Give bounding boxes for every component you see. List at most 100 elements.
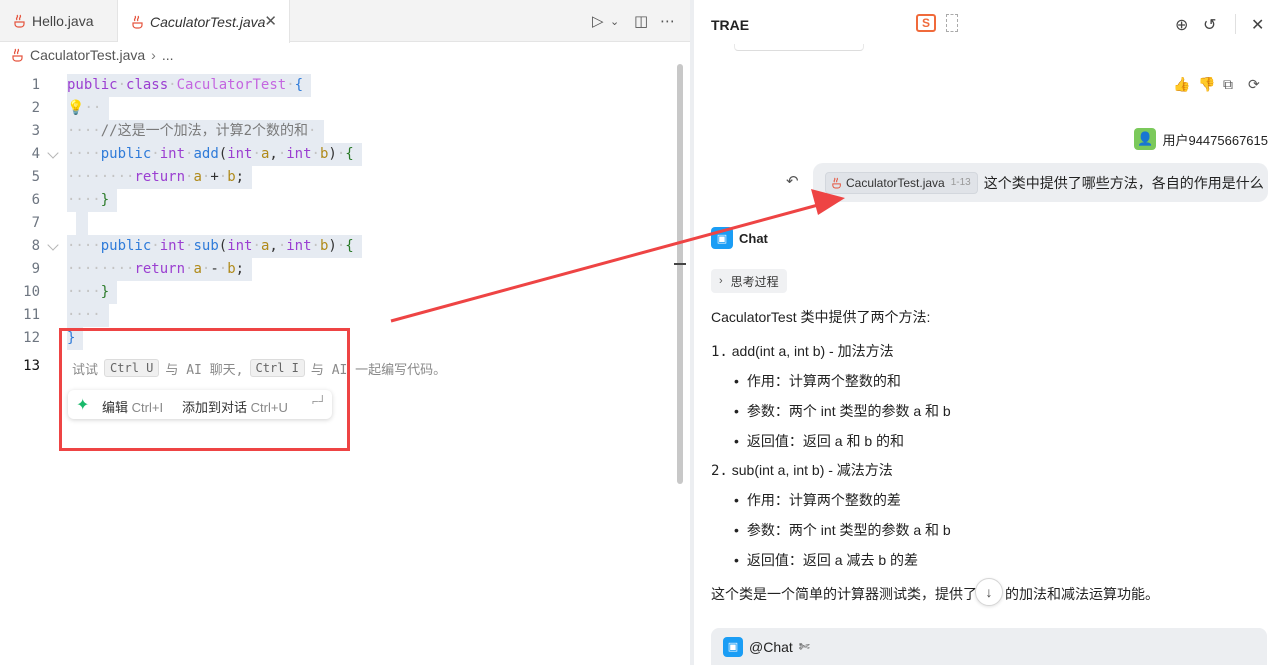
paren: ) (328, 146, 337, 162)
editor-tab-bar: Hello.java CaculatorTest.java ✕ ▷ ⌄ ◫ ⋯ (0, 0, 690, 43)
editor-scrollbar[interactable] (677, 64, 683, 484)
fold-chevron-icon[interactable] (47, 147, 59, 159)
brand-logo-icon: S (916, 14, 936, 32)
type: int (286, 238, 312, 254)
paren: ( (218, 238, 228, 254)
file-reference-chip[interactable]: CaculatorTest.java 1-13 (825, 171, 978, 194)
chat-bot-icon: ▣ (711, 227, 733, 249)
lightbulb-icon[interactable]: 💡 (67, 100, 84, 116)
list-item: 作用：计算两个整数的差 (734, 490, 901, 510)
resize-handle[interactable] (674, 263, 686, 265)
type: int (159, 238, 186, 254)
keyword: class (126, 77, 169, 93)
list-item: 参数：两个 int 类型的参数 a 和 b (734, 520, 951, 540)
code-text: ········return·a·+·b; (67, 166, 253, 189)
class-name: CaculatorTest (176, 77, 287, 93)
semicolon: ; (235, 169, 245, 185)
tab-label: Hello.java (32, 13, 94, 29)
tab-label: CaculatorTest.java (150, 13, 266, 30)
undo-icon[interactable]: ↶ (786, 172, 799, 190)
user-header: 👤 用户94475667615 (1134, 128, 1268, 150)
code-line: 4 ····public·int·add(int·a,·int·b)·{ (0, 143, 676, 166)
new-chat-icon[interactable]: ⊕ (1175, 15, 1188, 35)
code-line: 10 ····} (0, 281, 676, 304)
code-line: 8 ····public·int·sub(int·a,·int·b)·{ (0, 235, 676, 258)
thumbs-down-icon[interactable]: 👎 (1198, 76, 1215, 93)
line-number: 9 (31, 261, 40, 277)
expand-icon[interactable] (946, 14, 958, 32)
list-number: 2. (711, 463, 728, 479)
list-item: 返回值：返回 a 和 b 的和 (734, 431, 904, 451)
code-text: ···· (67, 304, 109, 327)
identifier: b (227, 261, 236, 277)
code-text: ····} (67, 281, 118, 304)
more-actions-icon[interactable]: ⋯ (660, 12, 675, 30)
agent-mention[interactable]: @Chat (749, 639, 793, 655)
breadcrumb-more[interactable]: ... (162, 47, 174, 63)
comma: , (269, 238, 278, 254)
breadcrumb-file[interactable]: CaculatorTest.java (30, 47, 145, 63)
tools-icon[interactable]: ✄ (799, 639, 810, 655)
previous-message-edge (734, 44, 864, 51)
scroll-to-bottom-button[interactable]: ↓ (975, 578, 1003, 606)
assistant-header: ▣ Chat (711, 227, 768, 249)
keyword: public (100, 146, 152, 162)
breadcrumb: CaculatorTest.java › ... (12, 46, 174, 64)
assistant-name: Chat (739, 230, 768, 246)
brace: { (345, 238, 354, 254)
chat-panel: TRAE S ⊕ ↺ ✕ 👍 👎 ⧉ ⟳ 👤 用户94475667615 ↶ C… (694, 0, 1280, 665)
answer-intro: CaculatorTest 类中提供了两个方法: (711, 309, 931, 325)
regenerate-icon[interactable]: ⟳ (1248, 76, 1260, 93)
method-name: add (193, 146, 219, 162)
thinking-toggle[interactable]: › 思考过程 (711, 269, 787, 293)
code-text: public·class·CaculatorTest·{ (67, 74, 312, 97)
type: int (227, 146, 253, 162)
code-text: ····public·int·sub(int·a,·int·b)·{ (67, 235, 362, 258)
thumbs-up-icon[interactable]: 👍 (1173, 76, 1190, 93)
code-line: 2 💡·· (0, 97, 676, 120)
code-line: 7 (0, 212, 676, 235)
copy-icon[interactable]: ⧉ (1223, 76, 1233, 93)
tab-hello-java[interactable]: Hello.java (0, 0, 118, 42)
chevron-down-icon[interactable]: ⌄ (610, 15, 619, 28)
line-number: 8 (31, 238, 40, 254)
keyword: return (134, 169, 186, 185)
brace: { (294, 77, 304, 93)
code-line: 6 ····} (0, 189, 676, 212)
code-text: ····//这是一个加法，计算2个数的和· (67, 120, 325, 143)
line-number: 11 (23, 307, 40, 323)
brace: } (100, 192, 110, 208)
keyword: public (67, 77, 118, 93)
split-editor-icon[interactable]: ◫ (634, 12, 648, 30)
line-number: 2 (31, 100, 40, 116)
brace: { (345, 146, 354, 162)
type: int (159, 146, 186, 162)
line-number: 1 (31, 77, 40, 93)
java-file-icon (14, 14, 25, 28)
chat-input-header[interactable]: ▣ @Chat ✄ (711, 628, 1267, 665)
user-avatar-icon: 👤 (1134, 128, 1157, 150)
identifier: a (193, 169, 202, 185)
paren: ) (328, 238, 337, 254)
brace: } (100, 284, 110, 300)
run-icon[interactable]: ▷ (592, 12, 604, 30)
code-text (76, 212, 88, 235)
code-line: 3 ····//这是一个加法，计算2个数的和· (0, 120, 676, 143)
chevron-right-icon: › (719, 275, 723, 287)
fold-chevron-icon[interactable] (47, 239, 59, 251)
arrow-down-icon: ↓ (985, 584, 993, 600)
close-tab-icon[interactable]: ✕ (264, 12, 277, 30)
operator: - (210, 261, 219, 277)
history-icon[interactable]: ↺ (1203, 15, 1216, 35)
line-number: 7 (31, 215, 40, 231)
identifier: b (227, 169, 236, 185)
summary-text: 这个类是一个简单的计算器测试类，提供了 (711, 586, 977, 602)
list-number: 1. (711, 344, 728, 360)
code-text: 💡·· (67, 97, 110, 120)
close-icon[interactable]: ✕ (1251, 15, 1264, 35)
file-chip-name: CaculatorTest.java (846, 175, 945, 190)
summary-text: 的加法和减法运算功能。 (1005, 586, 1159, 602)
method-title: sub(int a, int b) - 减法方法 (731, 462, 893, 478)
tab-caculatortest-java[interactable]: CaculatorTest.java ✕ (118, 0, 290, 43)
method-2-title: 2. sub(int a, int b) - 减法方法 (711, 460, 893, 480)
